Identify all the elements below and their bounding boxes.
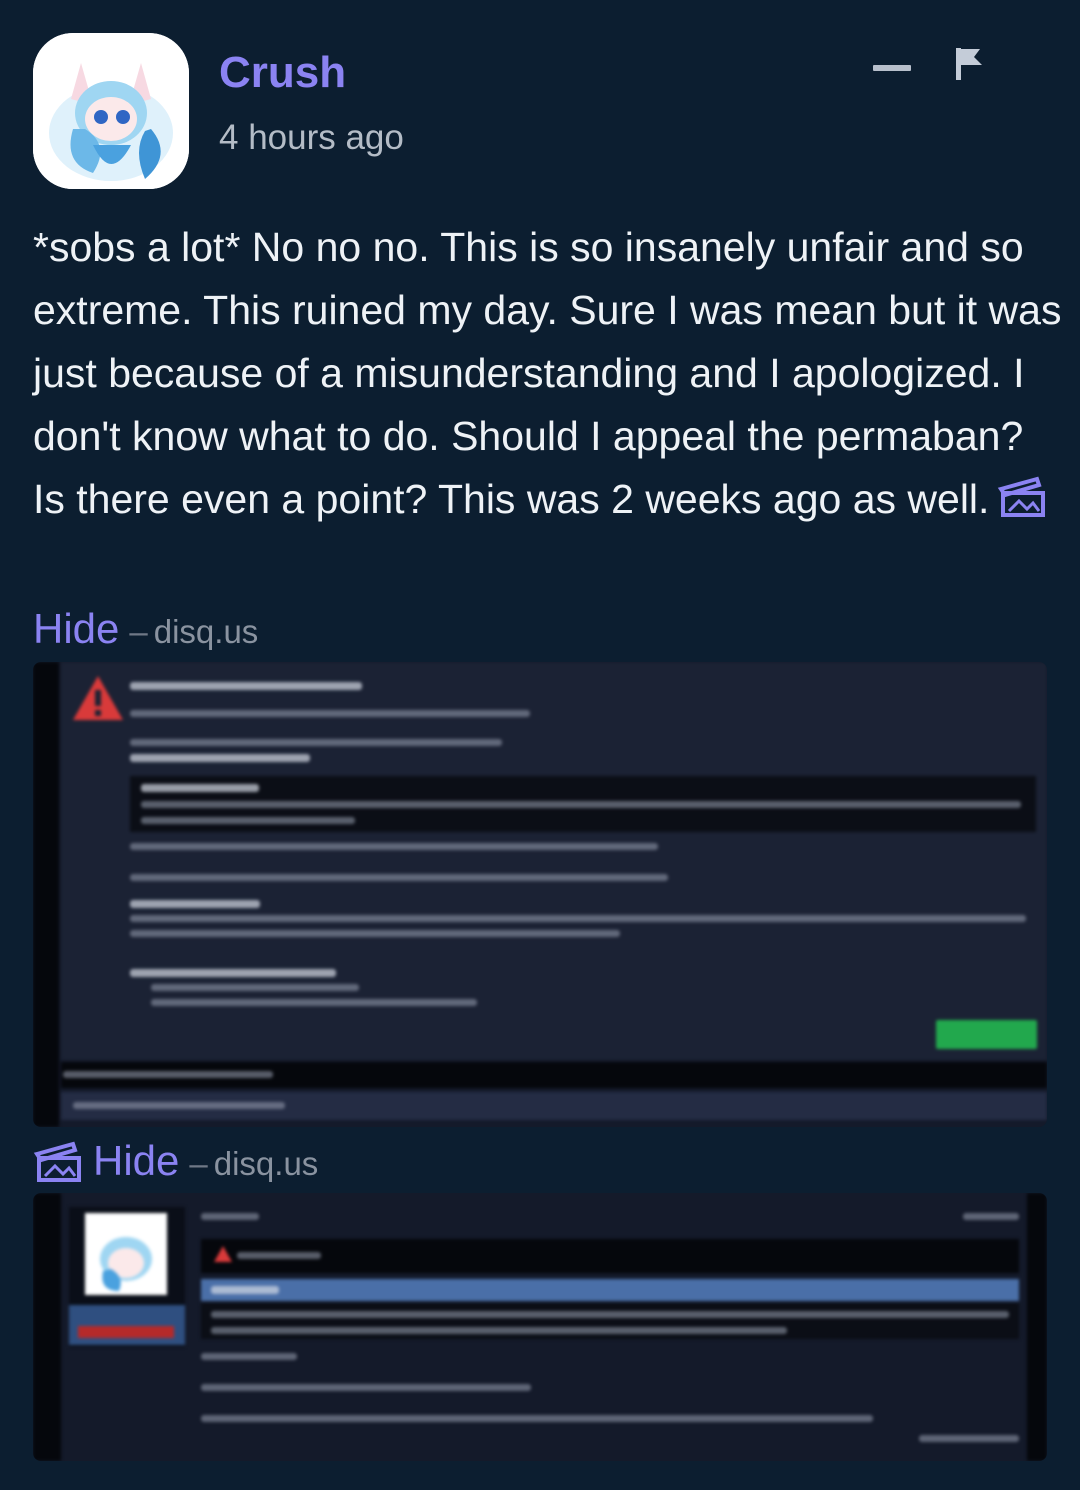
post-body-text: *sobs a lot* No no no. This is so insane… xyxy=(33,224,1062,522)
separator: – xyxy=(189,1145,208,1182)
embed-source[interactable]: disq.us xyxy=(214,1145,319,1183)
timestamp[interactable]: 4 hours ago xyxy=(219,118,404,158)
username[interactable]: Crush xyxy=(219,48,346,98)
embedded-image-warning[interactable] xyxy=(33,662,1047,1127)
warning-icon xyxy=(73,676,123,720)
embed-source[interactable]: disq.us xyxy=(154,613,259,651)
avatar[interactable] xyxy=(33,33,189,189)
minus-icon[interactable] xyxy=(870,52,914,82)
separator: – xyxy=(129,613,148,650)
embed-2-toggle-row: Hide – disq.us xyxy=(33,1137,318,1185)
post-body: *sobs a lot* No no no. This is so insane… xyxy=(33,216,1063,531)
understand-button xyxy=(936,1020,1037,1049)
hide-link[interactable]: Hide xyxy=(33,605,119,653)
hide-link[interactable]: Hide xyxy=(93,1137,179,1185)
embedded-image-forum-post[interactable] xyxy=(33,1193,1047,1461)
flag-icon[interactable] xyxy=(950,44,990,84)
image-icon[interactable] xyxy=(33,1140,83,1182)
image-icon[interactable] xyxy=(997,472,1047,517)
embed-1-toggle-row: Hide – disq.us xyxy=(33,605,258,653)
